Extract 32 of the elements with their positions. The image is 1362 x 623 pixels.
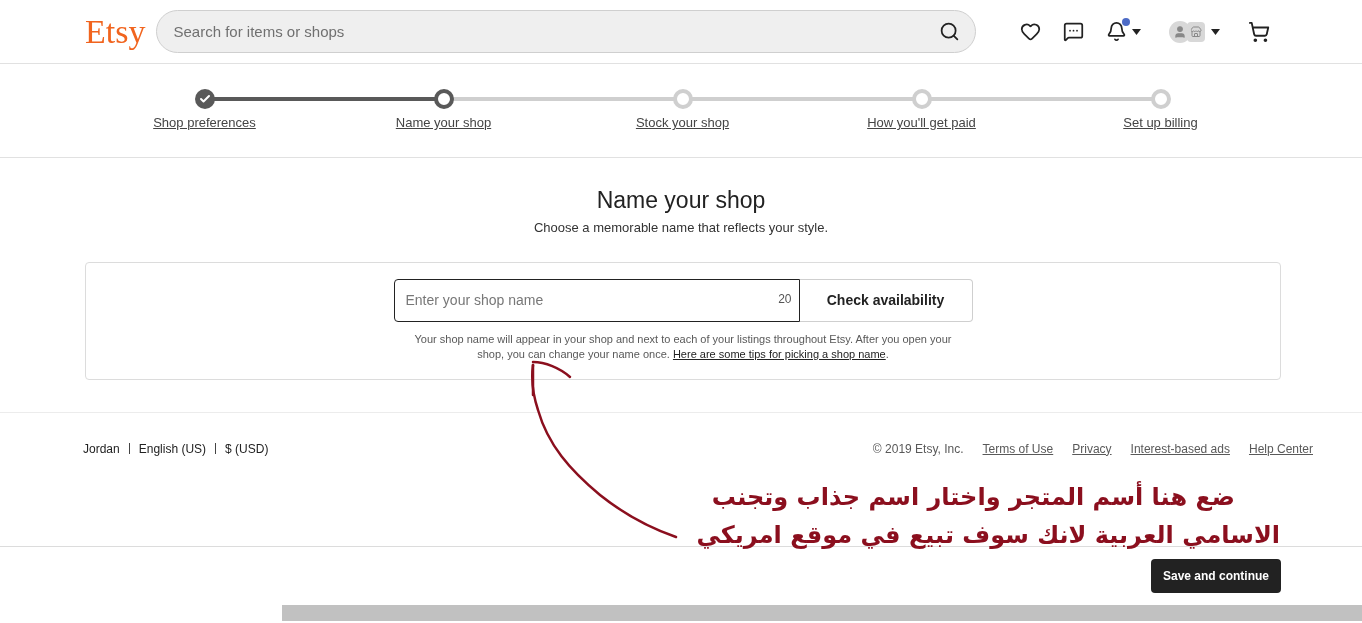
cart-icon[interactable] [1248, 20, 1271, 43]
avatar-icon[interactable] [1169, 20, 1206, 43]
page-title: Name your shop [596, 186, 766, 215]
footer-link[interactable]: Privacy [1072, 439, 1112, 458]
step-link[interactable]: How you'll get paid [867, 113, 976, 133]
step-link[interactable]: Set up billing [1123, 113, 1198, 133]
footer-link[interactable]: Interest-based ads [1130, 439, 1230, 458]
heart-icon[interactable] [1020, 21, 1042, 42]
step-link[interactable]: Stock your shop [635, 113, 730, 133]
search-icon[interactable] [939, 21, 961, 42]
region-setting[interactable]: $ (USD) [225, 439, 269, 458]
footer-link[interactable]: Terms of Use [982, 439, 1054, 458]
bell-icon[interactable] [1106, 21, 1128, 42]
tips-link[interactable]: Here are some tips for picking a shop name [672, 347, 886, 360]
step-link[interactable]: Shop preferences [153, 113, 256, 133]
footer-link[interactable]: Help Center [1248, 439, 1313, 458]
character-counter: 20 [778, 292, 792, 305]
annotation-text: ضع هنا أسم المتجر واختار اسم جذاب وتجنب [711, 480, 1235, 513]
caret-icon [1132, 28, 1142, 35]
horizontal-scrollbar[interactable] [282, 604, 1362, 621]
message-icon[interactable] [1063, 21, 1085, 42]
annotation-text: الاسامي العربية لانك سوف تبيع في موقع امريكي [696, 520, 1280, 551]
check-availability-button[interactable]: Check availability [799, 278, 973, 322]
region-setting[interactable]: English (US) [138, 439, 207, 458]
region-setting[interactable]: Jordan [83, 439, 120, 458]
page-subtitle: Choose a memorable name that reflects your style. [533, 219, 829, 237]
caret-icon [1211, 28, 1221, 35]
save-and-continue-button[interactable]: Save and continue [1150, 558, 1281, 593]
step-link[interactable]: Name your shop [395, 113, 492, 133]
help-text: Your shop name will appear in your shop and next to each of your listings throughout Etsy. After you open your shop, you can change your name once. Here are some tips for picking a shop name. [413, 331, 953, 362]
copyright-text: © 2019 Etsy, Inc. [872, 440, 964, 458]
search-field[interactable]: Search for items or shops [156, 10, 977, 53]
